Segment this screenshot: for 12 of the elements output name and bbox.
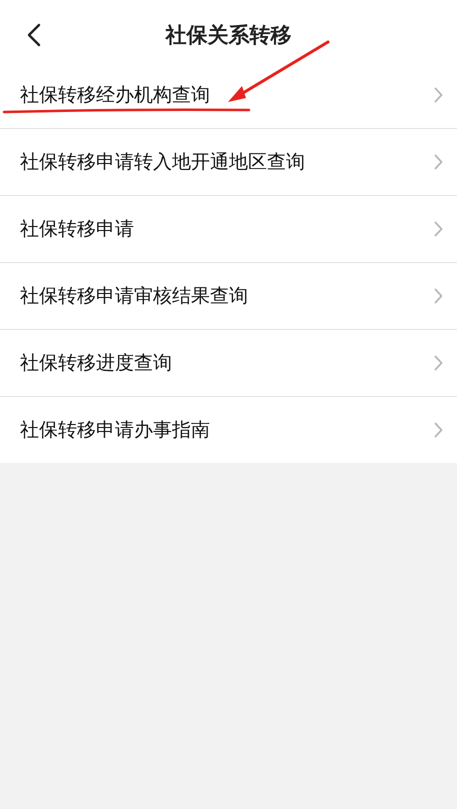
chevron-right-icon bbox=[434, 355, 443, 371]
menu-item[interactable]: 社保转移申请审核结果查询 bbox=[0, 263, 457, 330]
menu-item[interactable]: 社保转移申请办事指南 bbox=[0, 397, 457, 463]
chevron-right-icon bbox=[434, 154, 443, 170]
page-title: 社保关系转移 bbox=[166, 22, 292, 49]
chevron-right-icon bbox=[434, 87, 443, 103]
menu-item[interactable]: 社保转移进度查询 bbox=[0, 330, 457, 397]
chevron-right-icon bbox=[434, 288, 443, 304]
menu-item[interactable]: 社保转移申请转入地开通地区查询 bbox=[0, 129, 457, 196]
chevron-right-icon bbox=[434, 221, 443, 237]
menu-item[interactable]: 社保转移申请 bbox=[0, 196, 457, 263]
chevron-right-icon bbox=[434, 422, 443, 438]
